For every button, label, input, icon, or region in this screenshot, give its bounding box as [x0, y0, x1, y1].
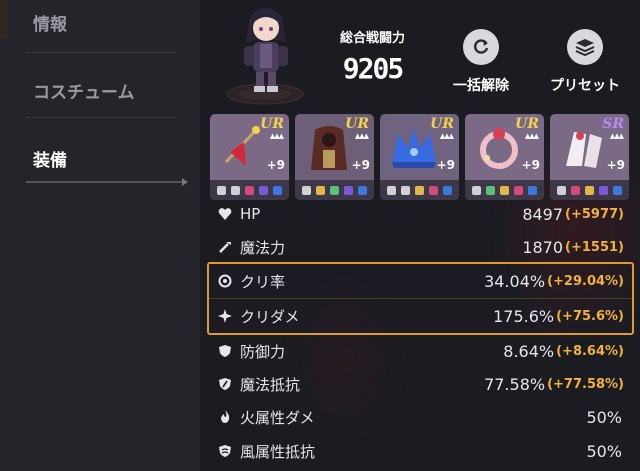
unequip-all-button[interactable]: 一括解除	[436, 29, 526, 95]
heart-icon	[218, 207, 232, 221]
fire-icon	[218, 410, 232, 424]
active-indicator	[26, 178, 188, 186]
sidebar-edge-decoration	[0, 0, 8, 40]
enhance-stars: ▲▲▲	[524, 132, 539, 140]
enhance-stars: ▲▲▲	[269, 132, 284, 140]
enhance-stars: ▲▲▲	[609, 132, 624, 140]
stat-bonus: (+75.6%)	[556, 308, 624, 324]
equipment-slot-armor[interactable]: UR ▲▲▲ +9	[295, 114, 374, 200]
sidebar-item-info[interactable]: 情報	[33, 10, 67, 35]
stat-row-magic-resist: 魔法抵抗 77.58% (+77.58%)	[218, 372, 624, 396]
stat-bonus: (+77.58%)	[547, 376, 624, 392]
stat-value: 50%	[586, 407, 622, 427]
rarity-badge: SR	[602, 116, 624, 132]
highlight-divider	[209, 298, 632, 299]
gem-tray	[295, 180, 374, 200]
gem-tray	[210, 180, 289, 200]
stat-name: 防御力	[240, 342, 286, 361]
stat-name: クリ率	[240, 272, 286, 291]
stat-bonus: (+29.04%)	[547, 273, 624, 289]
sidebar-divider	[26, 117, 176, 118]
stat-value: 77.58%	[484, 374, 546, 394]
stat-name: 風属性抵抗	[240, 442, 316, 461]
total-power-label: 総合戦闘力	[339, 31, 405, 46]
gem-tray	[380, 180, 459, 200]
sidebar: 情報 コスチューム 装備	[0, 0, 200, 471]
stat-value: 34.04%	[484, 271, 546, 291]
stat-bonus: (+5977)	[565, 206, 624, 222]
preset-button[interactable]: プリセット	[540, 29, 630, 95]
stat-value: 50%	[586, 441, 622, 461]
layers-icon	[567, 29, 603, 65]
stat-row-hp: HP 8497 (+5977)	[218, 202, 624, 226]
preset-label: プリセット	[550, 78, 620, 94]
gem-tray	[550, 180, 629, 200]
sidebar-item-equipment[interactable]: 装備	[33, 146, 67, 171]
stat-name: 火属性ダメ	[240, 408, 315, 427]
unequip-all-label: 一括解除	[453, 78, 509, 94]
stat-row-wind-resist: 風属性抵抗 50%	[218, 439, 624, 463]
stat-row-crit-rate: クリ率 34.04% (+29.04%)	[218, 269, 624, 293]
rarity-badge: UR	[430, 116, 454, 132]
enhance-level: +9	[606, 158, 625, 172]
stat-value: 175.6%	[493, 306, 555, 326]
wand-icon	[218, 240, 232, 254]
sidebar-item-costume[interactable]: コスチューム	[33, 78, 135, 103]
rarity-badge: UR	[515, 116, 539, 132]
crit-damage-icon	[218, 309, 232, 323]
equipment-slot-head[interactable]: UR ▲▲▲ +9	[380, 114, 459, 200]
stat-name: クリダメ	[240, 307, 300, 326]
stat-value: 1870	[522, 237, 564, 257]
enhance-level: +9	[266, 158, 285, 172]
shield-icon	[218, 344, 232, 358]
stat-value: 8497	[522, 204, 564, 224]
stat-name: 魔法抵抗	[240, 375, 301, 394]
gem-tray	[465, 180, 544, 200]
enhance-level: +9	[521, 158, 540, 172]
enhance-stars: ▲▲▲	[354, 132, 369, 140]
equipment-slot-weapon[interactable]: UR ▲▲▲ +9	[210, 114, 289, 200]
stat-value: 8.64%	[503, 341, 555, 361]
stat-row-fire-damage: 火属性ダメ 50%	[218, 405, 624, 429]
stat-bonus: (+1551)	[565, 239, 624, 255]
rarity-badge: UR	[260, 116, 284, 132]
total-power-value: 9205	[342, 52, 404, 85]
enhance-level: +9	[436, 158, 455, 172]
enhance-level: +9	[351, 158, 370, 172]
wind-shield-icon	[218, 444, 232, 458]
stat-row-magic-power: 魔法力 1870 (+1551)	[218, 235, 624, 259]
refresh-icon	[463, 29, 499, 65]
magic-shield-icon	[218, 377, 232, 391]
sidebar-divider	[26, 52, 176, 53]
crit-rate-icon	[218, 274, 232, 288]
stat-bonus: (+8.64%)	[556, 343, 624, 359]
equipment-slot-accessory[interactable]: UR ▲▲▲ +9	[465, 114, 544, 200]
equipment-slot-gloves[interactable]: SR ▲▲▲ +9	[550, 114, 629, 200]
character-avatar[interactable]	[220, 2, 310, 106]
enhance-stars: ▲▲▲	[439, 132, 454, 140]
rarity-badge: UR	[345, 116, 369, 132]
stat-row-crit-damage: クリダメ 175.6% (+75.6%)	[218, 304, 624, 328]
stat-name: HP	[240, 205, 261, 223]
equipment-slots: UR ▲▲▲ +9 UR ▲▲▲ +9 UR ▲▲▲ +9 UR ▲▲▲ +9	[210, 114, 640, 200]
stat-name: 魔法力	[240, 238, 286, 257]
stat-row-defense: 防御力 8.64% (+8.64%)	[218, 339, 624, 363]
